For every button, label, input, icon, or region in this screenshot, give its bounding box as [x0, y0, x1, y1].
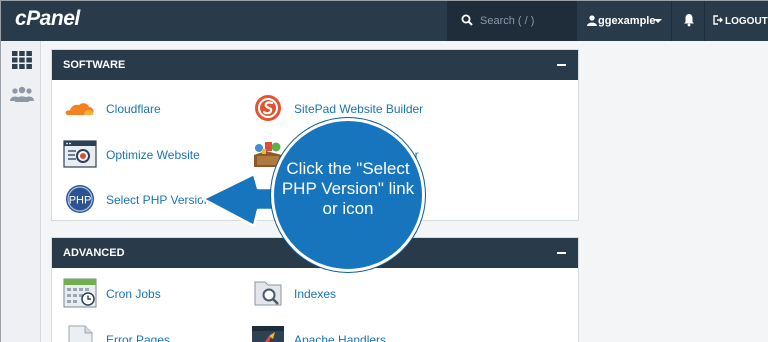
indexes-link[interactable]: Indexes: [251, 278, 421, 308]
grid-icon[interactable]: [12, 51, 32, 69]
logout-icon: [713, 15, 723, 25]
cloudflare-link[interactable]: Cloudflare: [63, 93, 233, 123]
php-icon: PHP: [66, 185, 94, 213]
notifications-button[interactable]: [671, 1, 705, 41]
left-sidebar: [1, 41, 41, 342]
cloudflare-label: Cloudflare: [106, 102, 161, 116]
error-pages-icon: [68, 325, 93, 342]
top-navbar: cPanel Search ( / ) ggexample LOGOUT: [1, 1, 768, 41]
cron-jobs-icon: [63, 278, 97, 308]
cron-jobs-link[interactable]: Cron Jobs: [63, 278, 233, 308]
indexes-icon: [254, 281, 282, 306]
select-php-version-label: Select PHP Version: [106, 193, 211, 207]
apache-handlers-icon: [252, 326, 284, 342]
chevron-down-icon: [654, 19, 662, 23]
software-panel-header[interactable]: SOFTWARE: [52, 50, 578, 80]
apache-handlers-link[interactable]: Apache Handlers: [251, 324, 421, 342]
screenshot-frame: cPanel Search ( / ) ggexample LOGOUT SOF…: [0, 0, 768, 342]
sitepad-icon: [255, 95, 281, 121]
indexes-label: Indexes: [294, 287, 337, 301]
logout-label: LOGOUT: [725, 16, 768, 27]
users-icon[interactable]: [10, 86, 34, 102]
optimize-website-icon: [63, 140, 97, 168]
search-input[interactable]: Search ( / ): [447, 1, 577, 41]
bell-icon: [684, 14, 694, 27]
search-placeholder: Search ( / ): [480, 15, 535, 27]
cron-jobs-label: Cron Jobs: [106, 287, 161, 301]
user-menu[interactable]: ggexample: [578, 1, 670, 41]
cloudflare-icon: [65, 103, 94, 115]
instruction-callout: Click the "Select PHP Version" link or i…: [271, 118, 425, 272]
sitepad-website-builder-label: SitePad Website Builder: [294, 102, 424, 116]
cpanel-logo[interactable]: cPanel: [15, 7, 80, 31]
user-icon: [587, 15, 597, 26]
advanced-panel-title: ADVANCED: [63, 247, 125, 259]
error-pages-link[interactable]: Error Pages: [63, 324, 233, 342]
software-panel-title: SOFTWARE: [63, 59, 126, 71]
optimize-website-label: Optimize Website: [106, 148, 200, 162]
error-pages-label: Error Pages: [106, 333, 171, 342]
collapse-icon[interactable]: [557, 64, 566, 66]
collapse-icon[interactable]: [557, 252, 566, 254]
logout-button[interactable]: LOGOUT: [713, 15, 768, 27]
apache-handlers-label: Apache Handlers: [294, 333, 387, 342]
callout-text: Click the "Select PHP Version" link or i…: [281, 159, 415, 218]
svg-text:PHP: PHP: [69, 195, 92, 207]
search-icon: [461, 14, 473, 26]
username: ggexample: [598, 15, 656, 27]
